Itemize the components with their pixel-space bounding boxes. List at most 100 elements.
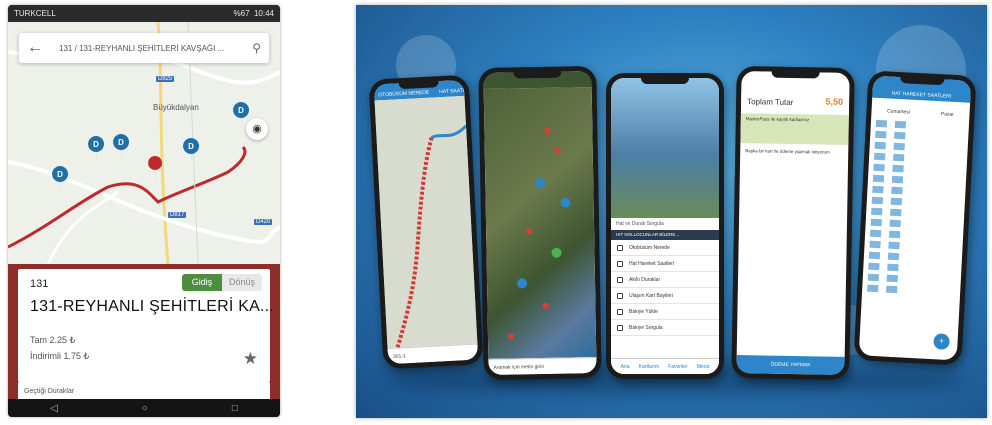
svg-text:D: D [118,138,124,147]
time-cell [888,241,900,250]
total-title: Toplam Tutar [747,97,794,107]
time-cell [891,175,904,184]
column-saturday: Cumartesi [886,108,910,116]
promo-phone-timetable: HAT HAREKET SAATLERİ Cumartesi Pazar + [853,70,977,366]
other-card-checkbox: Başka bir kart ile ödeme yapmak istiyoru… [745,148,830,155]
time-cell [886,274,898,283]
phone-screen: Aramak için metin girin [483,71,597,375]
wallet-icon [617,308,623,315]
menu-item: Ulaşım Kart Bayileri [611,288,719,304]
stop-dot [507,333,515,340]
phone1-route [395,124,468,349]
phone-screen: Toplam Tutar 5,50 MasterPass ile kayıtlı… [736,71,850,375]
cluster-dot [551,247,562,258]
status-indicators: %67 10:44 [234,5,275,22]
stop-dot [542,302,549,309]
svg-text:D: D [188,142,194,151]
transit-app-screenshot: TURKCELL %67 10:44 ← 131 / 131-REYHANLI … [8,5,280,417]
svg-text:D: D [57,170,63,179]
back-triangle-icon[interactable]: ◁ [50,403,58,414]
menu-label: Otobüsüm Nerede [629,244,670,251]
time-cell [870,218,882,227]
cluster-dot [516,278,528,289]
time-cell [868,251,881,260]
phone-notch [771,70,820,79]
visibility-eye-icon[interactable]: ◉ [246,118,268,140]
time-cell [890,208,902,217]
battery-percent: %67 [233,9,250,18]
time-cell [891,186,903,195]
menu-item: Bakiye Sorgula [611,320,719,336]
time-cell [890,197,903,206]
menu-item: Hat Hareket Saatleri [611,256,719,272]
promo-phone-satellite: Aramak için metin girin [478,65,602,381]
menu-label: Hat Hareket Saatleri [629,260,675,267]
time-cell [867,284,879,293]
phone3-search: Hat ve Durak Sorgula [611,218,719,230]
stop-markers: D D D D D [52,102,250,194]
home-circle-icon[interactable]: ○ [142,403,148,414]
direction-toggle[interactable]: Gidiş Dönüş [182,274,262,291]
card-icon [617,292,623,299]
time-cell [874,141,886,150]
bus-icon [617,244,623,251]
cluster-dot [560,197,571,208]
phone3-banner: HIT NOLLOCUNLAR BİLERE... [611,230,719,240]
time-cell [887,263,899,272]
time-cell [886,285,898,294]
time-cell [875,130,887,139]
phone2-search-footer: Aramak için metin girin [488,357,597,375]
stop-dot [554,147,561,154]
status-bar: TURKCELL %67 10:44 [8,5,280,22]
phone-screen: HAT HAREKET SAATLERİ Cumartesi Pazar + [858,75,972,361]
phone3-hero-photo [611,78,719,218]
total-amount: 5,50 [825,96,844,107]
menu-label: Ulaşım Kart Bayileri [629,292,673,299]
time-cell [869,229,882,238]
balance-icon [617,324,623,331]
phone3-tabbar: Ana Kartlarım Favoriler Menü [611,358,719,374]
add-fab-icon: + [933,333,950,350]
bus-marker [148,156,163,180]
time-cell [873,152,886,161]
timetable-rows [862,118,969,299]
phone-screen: Hat ve Durak Sorgula HIT NOLLOCUNLAR BİL… [611,78,719,374]
time-cell [887,252,900,261]
phone-notch [513,70,562,79]
direction-outbound-button[interactable]: Gidiş [182,274,222,291]
masterpass-box: MasterPass ile kayıtlı kartlarınız [740,113,849,145]
favorite-star-icon[interactable]: ★ [243,349,258,369]
route-map[interactable]: ← 131 / 131-REYHANLI ŞEHİTLERİ KAVŞAĞI .… [8,22,280,264]
stop-dot [526,228,533,235]
time-cell [893,142,905,151]
time-cell [894,131,906,140]
recent-square-icon[interactable]: □ [232,403,238,414]
route-info-panel: 131 Gidiş Dönüş 131-REYHANLI ŞEHİTLERİ K… [8,264,280,401]
phone-screen: OTOBÜSÜM NEREDE HAT SAATİ 301-1 [373,79,479,365]
column-sunday: Pazar [940,111,955,118]
cluster-dot [535,177,546,189]
pay-button: ÖDEME YAPMAK [736,355,845,375]
time-cell [889,219,901,228]
time-cell [888,230,901,239]
svg-text:D: D [93,140,99,149]
time-cell [873,163,885,172]
promo-phone-map: OTOBÜSÜM NEREDE HAT SAATİ 301-1 [368,74,484,370]
stop-dot [544,127,551,134]
time-cell [872,185,884,194]
fare-full: Tam 2.25 ₺ [30,335,76,345]
menu-item: Akıllı Duraklar [611,272,719,288]
menu-label: Akıllı Duraklar [629,276,661,283]
android-nav-bar: ◁ ○ □ [8,399,280,417]
phone1-footer: 301-1 [387,343,479,365]
stop-icon [617,276,623,283]
time-cell [875,119,888,128]
masterpass-label: MasterPass ile kayıtlı kartlarınız [745,116,810,123]
route-name: 131-REYHANLI ŞEHİTLERİ KA... [30,298,274,315]
direction-return-button[interactable]: Dönüş [222,274,262,291]
time-cell [892,153,905,162]
time-cell [871,207,883,216]
time-cell [871,196,884,205]
clock-icon [617,260,623,267]
phone-notch [641,77,689,84]
